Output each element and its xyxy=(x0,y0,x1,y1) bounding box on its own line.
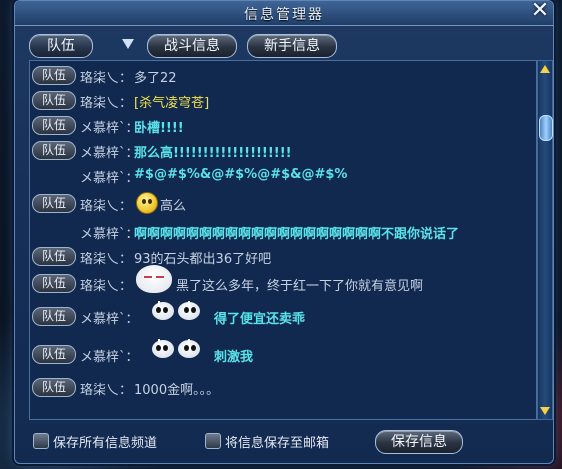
save-to-mail-label: 将信息保存至邮箱 xyxy=(225,436,330,451)
chat-line: メ慕梓`： 啊啊啊啊啊啊啊啊啊啊啊啊啊啊啊啊啊啊啊不跟你说话了 xyxy=(32,219,532,243)
sender-name[interactable]: メ慕梓`： xyxy=(80,346,139,365)
message-text: 啊啊啊啊啊啊啊啊啊啊啊啊啊啊啊啊啊啊啊不跟你说话了 xyxy=(134,227,460,242)
message-text: [杀气凌穹苍] xyxy=(134,96,210,111)
channel-badge[interactable]: 队伍 xyxy=(32,378,76,397)
chat-line: 队伍 メ慕梓`： 得了便宜还卖乖 xyxy=(32,301,532,328)
sender-name[interactable]: メ慕梓`： xyxy=(80,308,139,327)
save-all-channels-label: 保存所有信息频道 xyxy=(53,436,158,451)
white-ball-pair-emoji-icon xyxy=(152,298,212,322)
close-icon[interactable]: ✕ xyxy=(529,0,551,22)
save-all-channels-checkbox[interactable] xyxy=(33,433,49,449)
sender-name[interactable]: 珞柒乀： xyxy=(80,379,132,398)
chat-line: 队伍 珞柒乀： 黑了这么多年，终于红一下了你就有意见啊 xyxy=(32,265,532,295)
sender-name[interactable]: 珞柒乀： xyxy=(80,67,132,86)
sender-name[interactable]: 珞柒乀： xyxy=(80,248,132,267)
channel-badge[interactable]: 队伍 xyxy=(32,91,76,110)
message-text: 刺激我 xyxy=(214,350,254,365)
white-ball-pair-emoji-icon xyxy=(152,336,212,360)
save-info-button[interactable]: 保存信息 xyxy=(375,430,463,454)
info-manager-window: 信息管理器 ✕ 队伍 战斗信息 新手信息 队伍 珞柒乀： 多了22 队伍 珞柒乀： [杀气… xyxy=(14,0,554,464)
chat-line: 队伍 メ慕梓`： 卧槽!!!! xyxy=(32,113,532,137)
chat-line: メ慕梓`： #$@#$%&@#$%@#$&@#$% xyxy=(32,163,532,187)
channel-badge[interactable]: 队伍 xyxy=(32,141,76,160)
message-text: 1000金啊。。。 xyxy=(134,383,220,398)
channel-badge[interactable]: 队伍 xyxy=(32,116,76,135)
message-text: 那么高!!!!!!!!!!!!!!!!!!!! xyxy=(134,146,292,161)
sender-name[interactable]: 珞柒乀： xyxy=(80,195,132,214)
message-text: 高么 xyxy=(160,199,187,214)
chat-line: 队伍 メ慕梓`： 刺激我 xyxy=(32,339,532,366)
title-bar[interactable]: 信息管理器 ✕ xyxy=(15,0,553,26)
sender-name[interactable]: メ慕梓`： xyxy=(80,117,139,136)
sender-name[interactable]: メ慕梓`： xyxy=(80,167,139,186)
tab-newbie-info[interactable]: 新手信息 xyxy=(247,34,337,58)
chat-line: 队伍 珞柒乀： 1000金啊。。。 xyxy=(32,375,532,399)
blush-blob-emoji-icon xyxy=(136,265,172,293)
scroll-up-arrow-icon[interactable] xyxy=(540,65,550,73)
channel-badge[interactable]: 队伍 xyxy=(32,307,76,326)
tab-team-channel[interactable]: 队伍 xyxy=(29,34,93,58)
chat-line: 队伍 メ慕梓`： 那么高!!!!!!!!!!!!!!!!!!!! xyxy=(32,138,532,162)
footer-bar: 保存所有信息频道 将信息保存至邮箱 保存信息 xyxy=(29,429,549,455)
sender-name[interactable]: メ慕梓`： xyxy=(80,223,139,242)
chat-scrollbar[interactable] xyxy=(537,60,553,420)
chat-line: 队伍 珞柒乀： 93的石头都出36了好吧 xyxy=(32,244,532,268)
channel-dropdown-arrow-icon[interactable] xyxy=(122,39,134,49)
channel-badge[interactable]: 队伍 xyxy=(32,66,76,85)
message-text: 卧槽!!!! xyxy=(134,121,184,136)
channel-badge[interactable]: 队伍 xyxy=(32,194,76,213)
scroll-down-arrow-icon[interactable] xyxy=(540,407,550,415)
message-text: 多了22 xyxy=(134,71,177,86)
sender-name[interactable]: 珞柒乀： xyxy=(80,92,132,111)
sender-name[interactable]: メ慕梓`： xyxy=(80,142,139,161)
message-text: 得了便宜还卖乖 xyxy=(214,312,306,327)
tab-battle-info[interactable]: 战斗信息 xyxy=(147,34,237,58)
smiley-emoji-icon xyxy=(136,192,158,214)
channel-badge[interactable]: 队伍 xyxy=(32,247,76,266)
save-to-mail-checkbox[interactable] xyxy=(205,433,221,449)
message-text: #$@#$%&@#$%@#$&@#$% xyxy=(134,167,348,182)
message-text: 黑了这么多年，终于红一下了你就有意见啊 xyxy=(176,279,424,294)
window-title: 信息管理器 xyxy=(244,7,324,23)
sender-name[interactable]: 珞柒乀： xyxy=(80,275,132,294)
scrollbar-thumb[interactable] xyxy=(539,115,553,141)
chat-message-list[interactable]: 队伍 珞柒乀： 多了22 队伍 珞柒乀： [杀气凌穹苍] 队伍 メ慕梓`： 卧槽!!!! 队伍 メ慕… xyxy=(29,60,537,420)
chat-line: 队伍 珞柒乀： [杀气凌穹苍] xyxy=(32,88,532,112)
chat-line: 队伍 珞柒乀： 高么 xyxy=(32,191,532,215)
channel-badge[interactable]: 队伍 xyxy=(32,345,76,364)
channel-badge[interactable]: 队伍 xyxy=(32,274,76,293)
chat-line: 队伍 珞柒乀： 多了22 xyxy=(32,63,532,87)
tab-bar: 队伍 战斗信息 新手信息 xyxy=(29,34,549,58)
